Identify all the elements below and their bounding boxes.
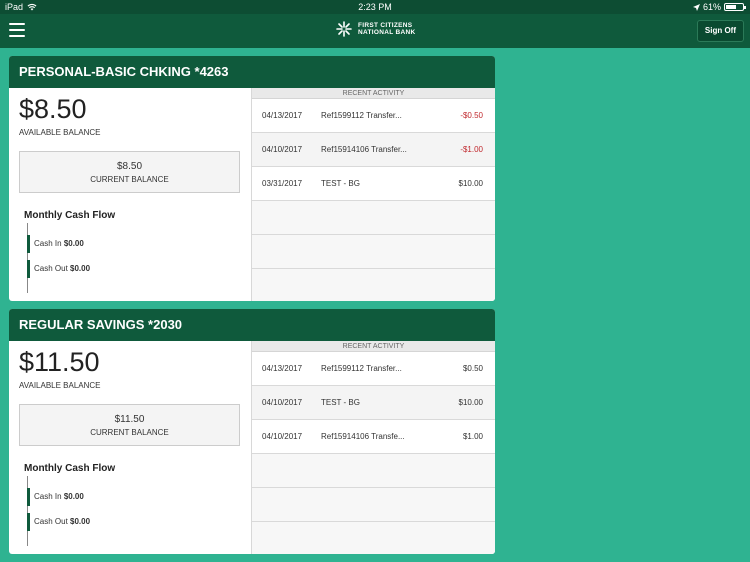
cash-flow-axis	[27, 476, 28, 546]
monthly-cash-flow-title: Monthly Cash Flow	[24, 463, 116, 474]
transaction-date: 04/13/2017	[262, 364, 303, 373]
transaction-row[interactable]: 03/31/2017 TEST - BG $10.00	[252, 167, 495, 201]
transaction-amount: $0.50	[462, 364, 483, 373]
transaction-amount: $10.00	[458, 398, 483, 407]
cash-in-value: $0.00	[63, 492, 84, 501]
empty-row	[252, 235, 495, 269]
bank-name-line2: NATIONAL BANK	[358, 29, 416, 36]
bank-logo: FIRST CITIZENS NATIONAL BANK	[335, 20, 415, 38]
transaction-description: Ref1599112 Transfer...	[321, 111, 402, 120]
battery-icon	[724, 3, 746, 11]
transaction-description: Ref15914106 Transfer...	[321, 145, 407, 154]
cash-out-row: Cash Out $0.00	[27, 260, 90, 278]
monthly-cash-flow-title: Monthly Cash Flow	[24, 210, 116, 221]
balance-pane: $11.50 AVAILABLE BALANCE $11.50 CURRENT …	[9, 341, 252, 554]
cash-out-value: $0.00	[70, 264, 91, 273]
transaction-date: 04/10/2017	[262, 432, 303, 441]
account-body: $8.50 AVAILABLE BALANCE $8.50 CURRENT BA…	[9, 88, 495, 301]
account-name[interactable]: REGULAR SAVINGS *2030	[9, 309, 495, 341]
account-card-savings: REGULAR SAVINGS *2030 $11.50 AVAILABLE B…	[9, 309, 495, 554]
recent-activity-pane: RECENT ACTIVITY 04/13/2017 Ref1599112 Tr…	[252, 88, 495, 301]
cash-in-row: Cash In $0.00	[27, 235, 84, 253]
empty-row	[252, 201, 495, 235]
bank-logo-icon	[336, 21, 352, 37]
transaction-row[interactable]: 04/10/2017 Ref15914106 Transfe... $1.00	[252, 420, 495, 454]
bank-name-line1: FIRST CITIZENS	[358, 22, 413, 29]
transaction-row[interactable]: 04/13/2017 Ref1599112 Transfer... -$0.50	[252, 99, 495, 133]
balance-pane: $8.50 AVAILABLE BALANCE $8.50 CURRENT BA…	[9, 88, 252, 301]
battery-fill	[726, 5, 736, 9]
transaction-date: 04/10/2017	[262, 398, 303, 407]
transaction-description: TEST - BG	[321, 398, 360, 407]
empty-row	[252, 269, 495, 301]
cash-in-value: $0.00	[63, 239, 84, 248]
cash-in-row: Cash In $0.00	[27, 488, 84, 506]
account-name[interactable]: PERSONAL-BASIC CHKING *4263	[9, 56, 495, 88]
available-balance: $11.50	[19, 347, 100, 377]
cash-flow-axis	[27, 223, 28, 293]
transaction-description: Ref1599112 Transfer...	[321, 364, 402, 373]
cash-out-label: Cash Out	[34, 264, 68, 273]
bank-name: FIRST CITIZENS NATIONAL BANK	[358, 22, 415, 36]
transaction-amount: $10.00	[458, 179, 483, 188]
status-time: 2:23 PM	[358, 2, 392, 12]
available-balance-label: AVAILABLE BALANCE	[19, 128, 101, 137]
hamburger-menu-icon[interactable]	[9, 23, 25, 37]
transaction-date: 03/31/2017	[262, 179, 303, 188]
transaction-amount: -$0.50	[460, 111, 483, 120]
recent-activity-header: RECENT ACTIVITY	[252, 88, 495, 99]
transaction-description: TEST - BG	[321, 179, 360, 188]
account-body: $11.50 AVAILABLE BALANCE $11.50 CURRENT …	[9, 341, 495, 554]
transaction-description: Ref15914106 Transfe...	[321, 432, 405, 441]
top-navbar: FIRST CITIZENS NATIONAL BANK Sign Off	[0, 14, 750, 48]
location-arrow-icon	[692, 3, 700, 11]
transaction-date: 04/10/2017	[262, 145, 303, 154]
status-bar: iPad 2:23 PM 61%	[0, 0, 750, 14]
empty-row	[252, 488, 495, 522]
current-balance-label: CURRENT BALANCE	[90, 428, 169, 437]
transaction-row[interactable]: 04/13/2017 Ref1599112 Transfer... $0.50	[252, 352, 495, 386]
battery-percent: 61%	[702, 2, 721, 12]
transaction-amount: -$1.00	[460, 145, 483, 154]
current-balance: $8.50	[116, 161, 143, 172]
empty-row	[252, 454, 495, 488]
cash-in-label: Cash In	[34, 239, 62, 248]
available-balance-label: AVAILABLE BALANCE	[19, 381, 101, 390]
current-balance-label: CURRENT BALANCE	[90, 175, 169, 184]
cash-out-label: Cash Out	[34, 517, 68, 526]
transaction-date: 04/13/2017	[262, 111, 303, 120]
transaction-row[interactable]: 04/10/2017 TEST - BG $10.00	[252, 386, 495, 420]
recent-activity-header: RECENT ACTIVITY	[252, 341, 495, 352]
status-right: 61%	[692, 2, 746, 12]
empty-row	[252, 522, 495, 554]
sign-off-button[interactable]: Sign Off	[696, 20, 744, 42]
current-balance-box: $8.50 CURRENT BALANCE	[19, 151, 240, 193]
recent-activity-pane: RECENT ACTIVITY 04/13/2017 Ref1599112 Tr…	[252, 341, 495, 554]
transaction-amount: $1.00	[462, 432, 483, 441]
available-balance: $8.50	[19, 94, 87, 124]
cash-out-row: Cash Out $0.00	[27, 513, 90, 531]
account-card-checking: PERSONAL-BASIC CHKING *4263 $8.50 AVAILA…	[9, 56, 495, 301]
current-balance: $11.50	[114, 414, 145, 425]
transaction-row[interactable]: 04/10/2017 Ref15914106 Transfer... -$1.0…	[252, 133, 495, 167]
current-balance-box: $11.50 CURRENT BALANCE	[19, 404, 240, 446]
cash-out-value: $0.00	[70, 517, 91, 526]
cash-in-label: Cash In	[34, 492, 62, 501]
